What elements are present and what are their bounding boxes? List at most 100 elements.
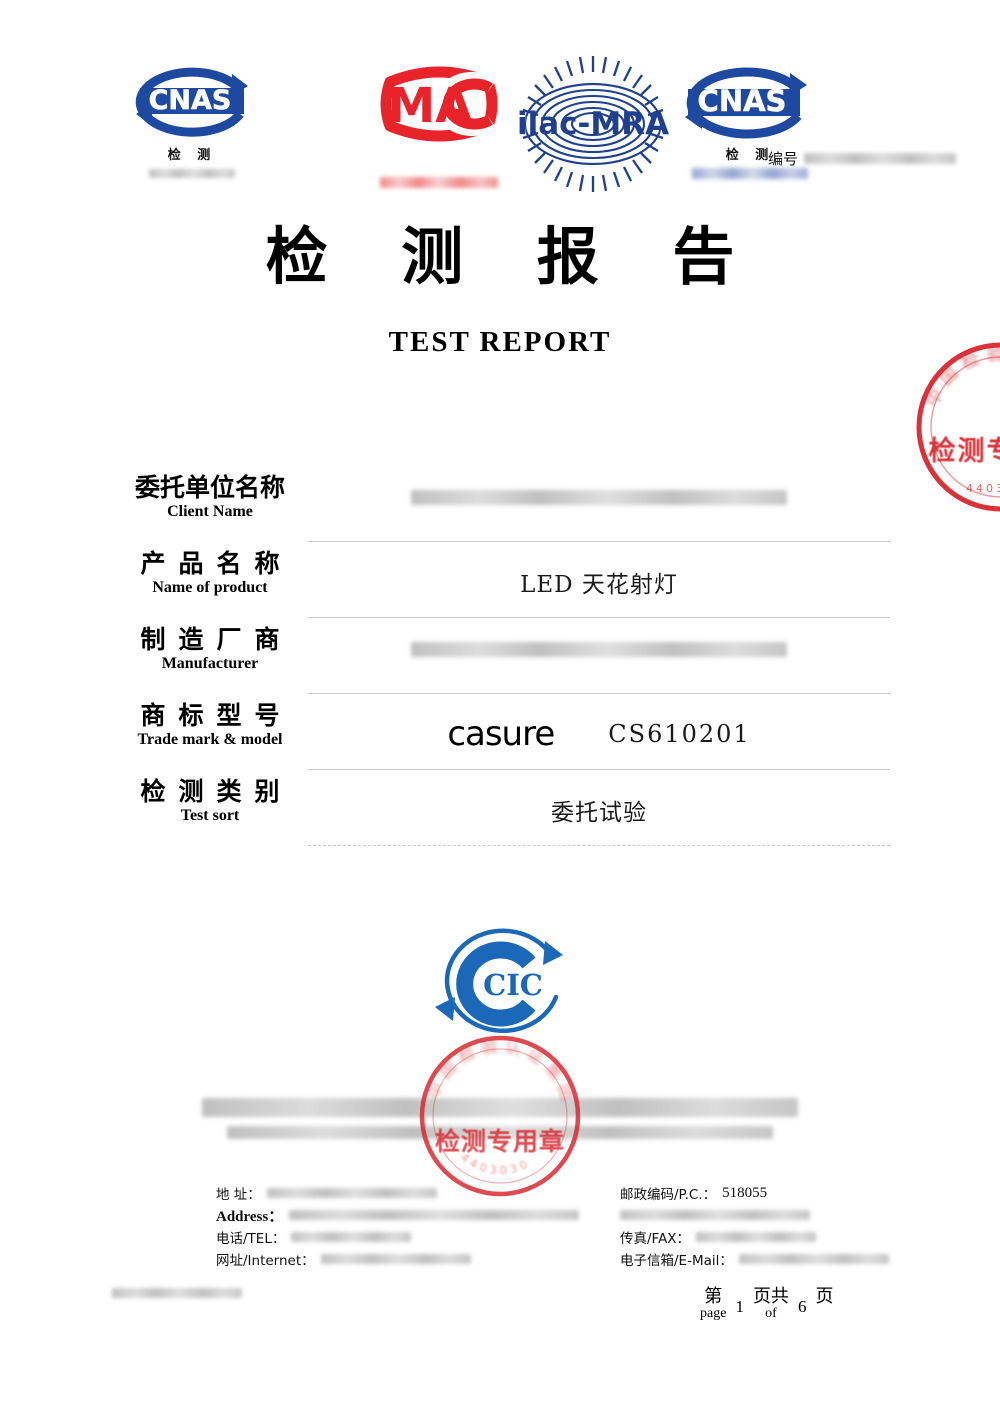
field-row-test-sort: 检测类别 Test sort 委托试验: [112, 774, 890, 850]
ilac-mra-logo: ilac-MRA: [514, 52, 672, 201]
page-suffix-cn: 页: [815, 1286, 834, 1307]
contact-fax: 传真/FAX：: [620, 1226, 890, 1248]
product-name-value: LED 天花射灯: [520, 571, 678, 598]
contact-address-en-cont: [620, 1204, 890, 1226]
page-total-number: 6: [797, 1297, 807, 1316]
field-label-cn: 商标型号: [140, 701, 293, 730]
cma-logo: MA: [374, 52, 504, 188]
svg-text:CIC: CIC: [483, 968, 543, 1002]
registration-number-value-redacted: [804, 153, 957, 164]
contact-tel-label: 电话/TEL：: [216, 1231, 286, 1247]
contact-website: 网址/Internet：: [216, 1248, 616, 1270]
contact-address-cn: 地 址：: [216, 1182, 616, 1204]
cic-institute-logo: CIC: [425, 925, 575, 1037]
contact-email-value-redacted[interactable]: [738, 1254, 889, 1264]
svg-text:CNAS: CNAS: [698, 84, 787, 118]
contact-address-en-value-redacted: [289, 1210, 580, 1220]
field-value-test-sort: 委托试验: [308, 774, 890, 846]
field-label-cn: 委托单位名称: [134, 473, 285, 502]
contact-email: 电子信箱/E-Mail：: [620, 1248, 890, 1270]
cnas-mark-icon: CNAS: [128, 52, 256, 148]
field-label-en: Test sort: [180, 807, 240, 824]
manufacturer-redacted: [411, 642, 787, 657]
institute-name-cn-redacted: [202, 1098, 798, 1117]
field-row-client-name: 委托单位名称 Client Name: [112, 470, 890, 546]
contact-address-cn-value-redacted: [266, 1188, 437, 1198]
field-label-en: Trade mark & model: [137, 731, 283, 748]
svg-text:ilac-MRA: ilac-MRA: [517, 106, 669, 142]
registration-number: 编号: [768, 148, 957, 169]
page-middle: 页共 of: [752, 1286, 789, 1322]
contact-postal-code-value: 518055: [722, 1184, 768, 1201]
registration-number-label: 编号: [768, 150, 799, 168]
page-prefix-cn: 第: [704, 1286, 723, 1307]
accreditation-logo-bar: CNAS 检 测 MA ilac-MRA CNAS 检 测 编号: [128, 52, 957, 202]
field-label-test-sort: 检测类别 Test sort: [112, 774, 308, 825]
contact-column-left: 地 址： Address： 电话/TEL： 网址/Internet：: [216, 1182, 616, 1270]
cnas-right-mark-icon: CNAS: [676, 52, 807, 148]
cma-mark-icon: MA: [374, 52, 504, 169]
brand-logo-casure: casure: [447, 713, 555, 754]
contact-tel: 电话/TEL：: [216, 1226, 616, 1248]
svg-text:MA: MA: [388, 78, 473, 134]
contact-postal-code: 邮政编码/P.C.： 518055: [620, 1182, 890, 1204]
field-label-cn: 制造厂商: [140, 625, 293, 654]
field-label-product-name: 产品名称 Name of product: [112, 546, 308, 597]
ilac-mra-mark-icon: ilac-MRA: [514, 52, 672, 201]
page-suffix: 页: [815, 1286, 834, 1307]
contact-address-en-label: Address：: [216, 1208, 284, 1225]
field-label-client-name: 委托单位名称 Client Name: [112, 470, 308, 521]
contact-address-en: Address：: [216, 1204, 616, 1226]
cnas-right-code-redacted: [692, 168, 808, 179]
svg-text:4403030: 4403030: [458, 1151, 533, 1178]
field-label-cn: 产品名称: [140, 549, 293, 578]
test-sort-value: 委托试验: [551, 799, 647, 826]
field-label-en: Manufacturer: [161, 655, 259, 672]
page-number-footer: 第 page 1 页共 of 6 页: [700, 1286, 834, 1322]
page-title-english: TEST REPORT: [388, 326, 612, 358]
report-field-table: 委托单位名称 Client Name 产品名称 Name of product …: [112, 470, 890, 850]
contact-website-value-redacted[interactable]: [320, 1254, 471, 1264]
field-row-product-name: 产品名称 Name of product LED 天花射灯: [112, 546, 890, 622]
field-value-trademark-model: casure CS610201: [308, 698, 890, 770]
field-label-manufacturer: 制造厂商 Manufacturer: [112, 622, 308, 673]
contact-email-label: 电子信箱/E-Mail：: [620, 1253, 733, 1269]
contact-address-cn-label: 地 址：: [216, 1187, 261, 1203]
cma-code-redacted: [380, 177, 498, 188]
field-value-client-name: [308, 470, 890, 542]
seal-right-text: 检测专用章: [929, 435, 1000, 467]
test-report-page: CNAS 检 测 MA ilac-MRA CNAS 检 测 编号 检 测 报 告…: [0, 0, 1000, 1414]
field-label-en: Client Name: [167, 503, 253, 520]
svg-text:4403030: 4403030: [966, 482, 1000, 495]
page-title-chinese: 检 测 报 告: [265, 220, 761, 293]
institute-name-block: [0, 1098, 1000, 1139]
field-row-trademark-model: 商标型号 Trade mark & model casure CS610201: [112, 698, 890, 774]
contact-address-en-cont-redacted: [620, 1210, 810, 1220]
contact-fax-label: 传真/FAX：: [620, 1231, 691, 1247]
page-prefix: 第 page: [700, 1286, 726, 1322]
document-code-redacted: [112, 1288, 242, 1298]
svg-text:CNAS: CNAS: [149, 85, 232, 116]
official-seal-right: 中国检验认证集团 检测专用章 4403030: [908, 334, 1000, 520]
contact-column-right: 邮政编码/P.C.： 518055 传真/FAX： 电子信箱/E-Mail：: [620, 1182, 890, 1270]
contact-tel-value-redacted: [291, 1232, 412, 1242]
page-middle-en: of: [765, 1305, 777, 1321]
page-current-number: 1: [735, 1297, 744, 1316]
cnas-logo-left: CNAS 检 测: [128, 52, 256, 178]
field-label-trademark-model: 商标型号 Trade mark & model: [112, 698, 308, 749]
field-value-product-name: LED 天花射灯: [308, 546, 890, 618]
page-middle-cn: 页共: [752, 1286, 789, 1307]
contact-fax-value-redacted: [696, 1232, 817, 1242]
field-value-manufacturer: [308, 622, 890, 694]
contact-website-label: 网址/Internet：: [216, 1253, 315, 1269]
institute-name-en-redacted: [227, 1126, 773, 1139]
cnas-left-code-redacted: [149, 169, 235, 178]
field-label-cn: 检测类别: [140, 777, 293, 806]
contact-postal-code-label: 邮政编码/P.C.：: [620, 1187, 717, 1203]
client-name-redacted: [411, 490, 787, 505]
svg-text:中国检验认证集团南方公司: 中国检验认证集团南方公司: [412, 1028, 579, 1108]
field-row-manufacturer: 制造厂商 Manufacturer: [112, 622, 890, 698]
trademark-model-cell: casure CS610201: [308, 717, 890, 751]
model-number-value: CS610201: [608, 719, 751, 748]
field-label-en: Name of product: [152, 579, 268, 596]
